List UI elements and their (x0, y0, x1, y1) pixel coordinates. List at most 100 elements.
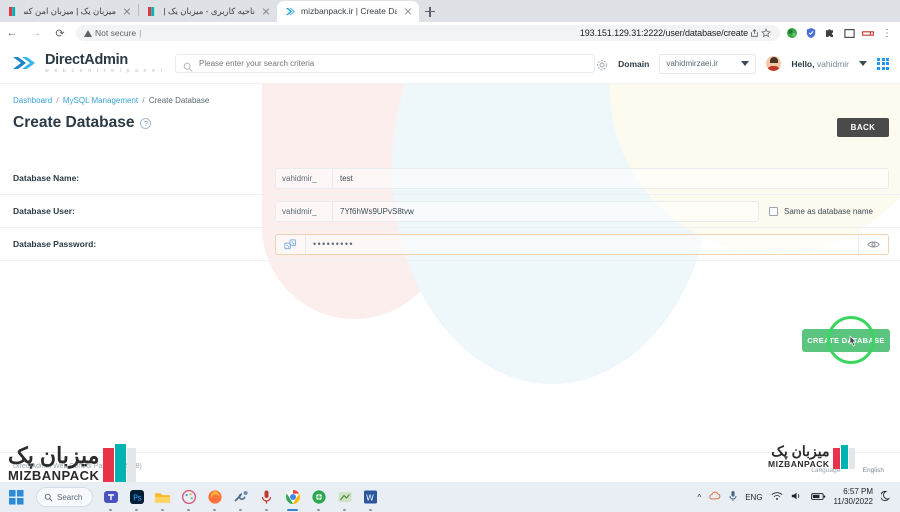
folder-icon[interactable] (154, 489, 171, 511)
moon-icon[interactable] (880, 490, 892, 504)
avatar[interactable] (766, 56, 782, 71)
browser-tab-3-title: mizbanpack.ir | Create Database (301, 6, 397, 16)
search-input[interactable] (199, 59, 587, 68)
logo-subtitle: w e b c o n t r o l p a n e l (45, 68, 164, 75)
warning-triangle-icon (84, 29, 92, 37)
kebab-menu-icon[interactable]: ⋮ (881, 27, 893, 39)
database-user-control: vahidmir_ Same as database name (275, 200, 900, 222)
chevron-up-icon[interactable]: ^ (697, 493, 701, 502)
profile-icon[interactable] (862, 27, 874, 39)
browser-tab-2[interactable]: ناحیه کاربری - میزبان یک | mizbanpack (139, 1, 277, 22)
taskbar-search[interactable]: Search (36, 487, 94, 507)
domain-label: Domain (618, 58, 650, 69)
gear-icon[interactable] (596, 58, 608, 70)
language-label: Language (811, 467, 841, 474)
taskbar-search-label: Search (57, 492, 83, 502)
paint-icon[interactable] (180, 489, 197, 511)
app-footer: DirectAdmin Web Control Panel, 2022 (8) … (0, 452, 900, 482)
browser-tab-3-close-icon[interactable] (402, 6, 413, 17)
taskbar-tray: ^ ENG 6:57 PM 11/30/2022 (697, 487, 900, 507)
database-name-input-group[interactable]: vahidmir_ (275, 167, 889, 189)
onedrive-icon[interactable] (709, 491, 721, 503)
share-icon[interactable] (748, 27, 760, 39)
not-secure-badge[interactable]: Not secure | (84, 28, 141, 38)
logo-name: DirectAdmin (45, 51, 128, 68)
svg-text:W: W (366, 494, 374, 503)
mizbanpack-books-icon (8, 6, 19, 17)
apps-grid-icon[interactable] (877, 57, 889, 70)
battery-icon[interactable] (810, 492, 826, 503)
same-as-database-name-checkbox[interactable] (769, 206, 778, 216)
url-text: 193.151.129.31:2222/user/database/create (579, 28, 748, 38)
app-header: DirectAdmin w e b c o n t r o l p a n e … (0, 44, 900, 84)
breadcrumb: Dashboard / MySQL Management / Create Da… (13, 96, 209, 105)
user-greeting[interactable]: Hello, vahidmir (791, 59, 849, 69)
clock-time: 6:57 PM (843, 487, 873, 496)
database-user-input[interactable] (333, 201, 758, 221)
svg-text:Ps: Ps (133, 494, 142, 503)
omnibox-bar: ← → ⟳ Not secure | 193.151.129.31:2222/u… (0, 22, 900, 44)
page-viewport: DirectAdmin w e b c o n t r o l p a n e … (0, 44, 900, 482)
footer-language[interactable]: Language English (811, 459, 884, 477)
editor-icon[interactable] (336, 489, 353, 511)
extension-globe-icon[interactable] (786, 27, 798, 39)
database-name-control: vahidmir_ (275, 167, 900, 189)
page-title: Create Database (13, 114, 135, 131)
chrome-icon[interactable] (284, 489, 301, 511)
database-password-input-group[interactable] (275, 233, 889, 255)
firefox-icon[interactable] (206, 489, 223, 511)
eye-icon[interactable] (858, 234, 888, 254)
random-generate-icon[interactable] (276, 234, 306, 254)
language-indicator[interactable]: ENG (745, 493, 762, 502)
sidebar-icon[interactable] (843, 27, 855, 39)
page-title-row: Create Database ? (13, 114, 152, 132)
directadmin-logo-icon (13, 54, 39, 72)
teams-icon[interactable] (102, 489, 119, 511)
global-search-box[interactable] (175, 54, 595, 73)
bookmark-star-icon[interactable] (760, 27, 772, 39)
browser-tab-3[interactable]: mizbanpack.ir | Create Database (277, 1, 419, 22)
database-password-label: Database Password: (13, 239, 97, 249)
browser-tab-1-close-icon[interactable] (121, 6, 132, 17)
mizbanpack-books-icon (147, 6, 158, 17)
help-icon[interactable]: ? (140, 117, 152, 129)
start-icon[interactable] (8, 489, 25, 506)
browser-tab-2-close-icon[interactable] (260, 6, 271, 17)
wifi-icon[interactable] (771, 491, 783, 503)
extensions-puzzle-icon[interactable] (824, 27, 836, 39)
domain-select-value: vahidmirzaei.ir (666, 59, 718, 68)
mouse-cursor-icon (847, 335, 859, 350)
user-menu-chevron-icon[interactable] (859, 61, 867, 66)
back-navigation-icon[interactable]: ← (0, 22, 24, 44)
photoshop-icon[interactable]: Ps (128, 489, 145, 511)
globe-browser-icon[interactable] (310, 489, 327, 511)
browser-tab-1[interactable]: میزبان یک | میزبان امن کسب و کار (0, 1, 138, 22)
back-button[interactable]: BACK (837, 118, 889, 137)
new-tab-button[interactable] (419, 1, 441, 22)
tool-icon[interactable] (232, 489, 249, 511)
reload-icon[interactable]: ⟳ (48, 22, 72, 44)
taskbar-clock[interactable]: 6:57 PM 11/30/2022 (834, 487, 873, 507)
breadcrumb-item-mysql-management[interactable]: MySQL Management (63, 96, 138, 105)
browser-chrome: میزبان یک | میزبان امن کسب و کار ناحیه ک… (0, 0, 900, 44)
windows-taskbar: Search Ps W ^ ENG 6:57 PM 11/30/2022 (0, 482, 900, 512)
volume-icon[interactable] (791, 491, 803, 503)
domain-select[interactable]: vahidmirzaei.ir (659, 53, 757, 74)
screen: میزبان یک | میزبان امن کسب و کار ناحیه ک… (0, 0, 900, 512)
word-icon[interactable]: W (362, 489, 379, 511)
not-secure-label: Not secure (95, 28, 137, 38)
database-password-input[interactable] (306, 234, 858, 254)
shield-icon[interactable] (805, 27, 817, 39)
forward-navigation-icon[interactable]: → (24, 22, 48, 44)
same-as-database-name-checkbox-wrap[interactable]: Same as database name (769, 206, 889, 216)
language-value: English (862, 467, 884, 474)
database-name-input[interactable] (333, 168, 888, 188)
address-bar[interactable]: Not secure | 193.151.129.31:2222/user/da… (76, 25, 780, 41)
create-database-form: Database Name: vahidmir_ Database User: … (0, 162, 900, 261)
mic-tray-icon[interactable] (729, 490, 737, 504)
form-row-database-user: Database User: vahidmir_ Same as databas… (0, 195, 900, 228)
mic-icon[interactable] (258, 489, 275, 511)
database-user-input-group[interactable]: vahidmir_ (275, 200, 759, 222)
directadmin-logo[interactable]: DirectAdmin w e b c o n t r o l p a n e … (0, 53, 175, 75)
breadcrumb-item-dashboard[interactable]: Dashboard (13, 96, 52, 105)
